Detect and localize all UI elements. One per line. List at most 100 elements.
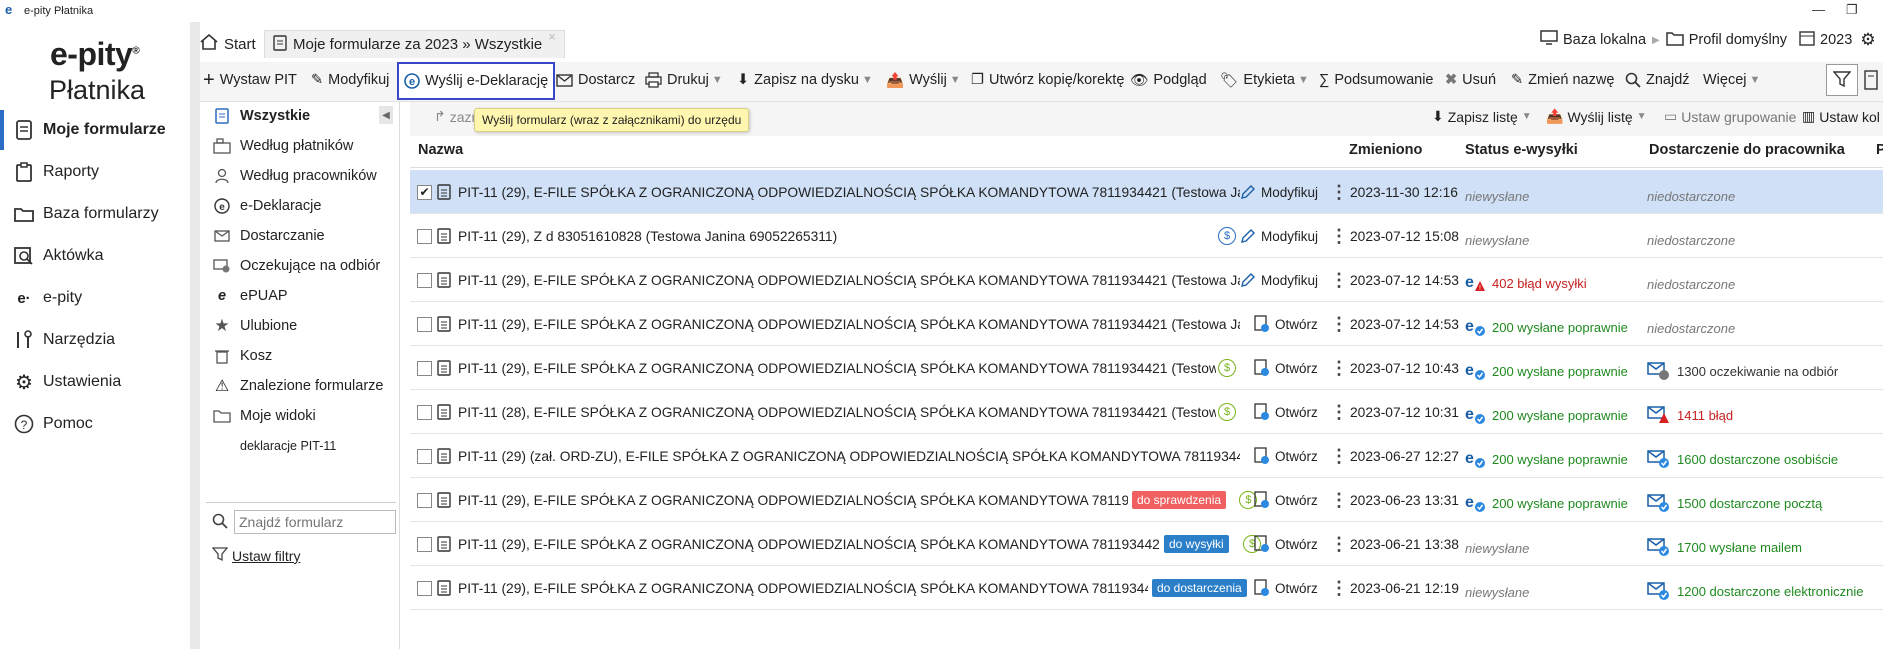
usun-button[interactable]: ✖ Usuń — [1445, 62, 1496, 98]
side-item-deklaracje-pit11[interactable]: deklaracje PIT-11 — [240, 431, 336, 461]
open-row-button[interactable]: Otwórz — [1254, 434, 1318, 478]
open-row-button[interactable]: Otwórz — [1254, 566, 1318, 610]
row-checkbox[interactable] — [417, 404, 432, 420]
nav-item-aktowka[interactable]: Aktówka — [0, 236, 190, 276]
minimize-button[interactable]: — — [1812, 2, 1825, 17]
row-checkbox-cell[interactable] — [417, 214, 435, 258]
more-vertical-icon[interactable]: ⋮ — [1330, 182, 1342, 203]
chevron-down-icon[interactable]: ▼ — [862, 74, 873, 86]
podglad-button[interactable]: 👁 Podgląd — [1130, 62, 1207, 98]
wyslij-button[interactable]: 📤 Wyślij ▼ — [886, 62, 961, 98]
chevron-down-icon[interactable]: ▼ — [1522, 111, 1532, 122]
row-checkbox-cell[interactable] — [417, 302, 435, 346]
open-row-button[interactable]: Otwórz — [1254, 522, 1318, 566]
utworz-kopie-button[interactable]: ❐ Utwórz kopię/korektę — [971, 62, 1124, 98]
column-header-name[interactable]: Nazwa — [418, 142, 463, 158]
more-vertical-icon[interactable]: ⋮ — [1330, 226, 1342, 247]
zapisz-na-dysku-button[interactable]: ⬇ Zapisz na dysku ▼ — [737, 62, 873, 98]
open-row-button[interactable]: Otwórz — [1254, 390, 1318, 434]
row-checkbox[interactable] — [417, 360, 432, 376]
row-checkbox-cell[interactable] — [417, 390, 435, 434]
nav-item-raporty[interactable]: Raporty — [0, 152, 190, 192]
filter-toggle-button[interactable] — [1826, 64, 1858, 96]
nav-item-e-pity[interactable]: e· e-pity — [0, 278, 190, 318]
more-vertical-icon[interactable]: ⋮ — [1330, 402, 1342, 423]
side-item-znalezione[interactable]: ⚠ Znalezione formularze — [212, 371, 384, 401]
nav-item-moje-formularze[interactable]: Moje formularze — [0, 110, 190, 150]
row-menu-button[interactable]: ⋮ — [1330, 478, 1342, 522]
zapisz-liste-button[interactable]: ⬇ Zapisz listę ▼ — [1432, 108, 1532, 125]
more-vertical-icon[interactable]: ⋮ — [1330, 578, 1342, 599]
row-checkbox-cell[interactable] — [417, 434, 435, 478]
set-filters-link[interactable]: Ustaw filtry — [211, 546, 300, 565]
chevron-down-icon[interactable]: ▼ — [1298, 74, 1309, 86]
row-checkbox[interactable] — [417, 580, 432, 596]
podsumowanie-button[interactable]: ∑ Podsumowanie — [1319, 62, 1434, 98]
modify-row-button[interactable]: Modyfikuj — [1240, 170, 1318, 214]
row-menu-button[interactable]: ⋮ — [1330, 390, 1342, 434]
row-menu-button[interactable]: ⋮ — [1330, 170, 1342, 214]
row-checkbox[interactable] — [417, 448, 432, 464]
row-checkbox-cell[interactable] — [417, 346, 435, 390]
restore-button[interactable]: ❐ — [1846, 2, 1858, 18]
side-item-kosz[interactable]: Kosz — [212, 341, 272, 371]
dostarcz-button[interactable]: Dostarcz — [556, 62, 635, 98]
ustaw-kolumny-button[interactable]: ▥ Ustaw kol — [1802, 108, 1880, 125]
row-checkbox-cell[interactable] — [417, 566, 435, 610]
wiecej-button[interactable]: Więcej ▼ — [1703, 62, 1760, 98]
row-menu-button[interactable]: ⋮ — [1330, 346, 1342, 390]
search-form-input[interactable] — [234, 510, 396, 534]
row-menu-button[interactable]: ⋮ — [1330, 214, 1342, 258]
chevron-down-icon[interactable]: ▼ — [1750, 74, 1761, 86]
side-item-wedlug-pracownikow[interactable]: Według pracowników — [212, 161, 377, 191]
nav-item-ustawienia[interactable]: ⚙ Ustawienia — [0, 362, 190, 402]
gear-icon[interactable]: ⚙ — [1860, 30, 1875, 50]
more-vertical-icon[interactable]: ⋮ — [1330, 270, 1342, 291]
side-item-oczekujace[interactable]: Oczekujące na odbiór — [212, 251, 380, 281]
side-item-ulubione[interactable]: ★ Ulubione — [212, 311, 297, 341]
nav-item-pomoc[interactable]: ? Pomoc — [0, 404, 190, 444]
side-item-wedlug-platnikow[interactable]: Według płatników — [212, 131, 353, 161]
column-header-extra[interactable]: P — [1876, 142, 1883, 158]
collapse-panel-button[interactable]: ◀ — [379, 106, 393, 124]
chevron-down-icon[interactable]: ▼ — [950, 74, 961, 86]
chevron-down-icon[interactable]: ▼ — [712, 74, 723, 86]
side-item-moje-widoki[interactable]: Moje widoki — [212, 401, 316, 431]
more-vertical-icon[interactable]: ⋮ — [1330, 314, 1342, 335]
row-checkbox[interactable] — [417, 492, 432, 508]
tab-start[interactable]: Start — [200, 30, 256, 58]
modify-row-button[interactable]: Modyfikuj — [1240, 258, 1318, 302]
nav-item-narzedzia[interactable]: Narzędzia — [0, 320, 190, 360]
tab-moje-formularze[interactable]: Moje formularze za 2023 » Wszystkie × — [264, 29, 565, 58]
row-menu-button[interactable]: ⋮ — [1330, 522, 1342, 566]
select-all-button[interactable]: ↱ zazn — [434, 108, 479, 125]
modyfikuj-button[interactable]: ✎ Modyfikuj — [311, 62, 389, 98]
row-checkbox-cell[interactable] — [417, 522, 435, 566]
column-header-delivery[interactable]: Dostarczenie do pracownika — [1649, 142, 1845, 158]
side-item-wszystkie[interactable]: Wszystkie — [212, 101, 310, 131]
side-item-epuap[interactable]: e ePUAP — [212, 281, 288, 311]
row-checkbox-cell[interactable]: ✔ — [417, 170, 435, 214]
database-selector[interactable]: Baza lokalna ▶ Profil domyślny 2023 ⚙ — [1540, 30, 1876, 50]
zmien-nazwe-button[interactable]: ✎ Zmień nazwę — [1511, 62, 1614, 98]
more-vertical-icon[interactable]: ⋮ — [1330, 358, 1342, 379]
column-header-changed[interactable]: Zmieniono — [1349, 142, 1422, 158]
tab-close-button[interactable]: × — [548, 29, 556, 44]
drukuj-button[interactable]: Drukuj ▼ — [645, 62, 723, 98]
modify-row-button[interactable]: Modyfikuj — [1240, 214, 1318, 258]
open-row-button[interactable]: Otwórz — [1254, 478, 1318, 522]
wyslij-liste-button[interactable]: 📤 Wyślij listę ▼ — [1546, 108, 1647, 125]
row-menu-button[interactable]: ⋮ — [1330, 258, 1342, 302]
znajdz-button[interactable]: Znajdź — [1625, 62, 1690, 98]
row-menu-button[interactable]: ⋮ — [1330, 566, 1342, 610]
nav-item-baza-formularzy[interactable]: Baza formularzy — [0, 194, 190, 234]
row-checkbox[interactable]: ✔ — [417, 184, 432, 200]
wyslij-e-deklaracje-button[interactable]: e Wyślij e-Deklarację — [397, 62, 556, 100]
ustaw-grupowanie-button[interactable]: ▭ Ustaw grupowanie — [1664, 108, 1796, 125]
row-checkbox[interactable] — [417, 228, 432, 244]
column-header-status[interactable]: Status e-wysyłki — [1465, 142, 1578, 158]
wystaw-pit-button[interactable]: + Wystaw PIT — [203, 62, 297, 98]
row-checkbox-cell[interactable] — [417, 478, 435, 522]
row-checkbox[interactable] — [417, 536, 432, 552]
etykieta-button[interactable]: 🏷 Etykieta ▼ — [1220, 62, 1309, 98]
